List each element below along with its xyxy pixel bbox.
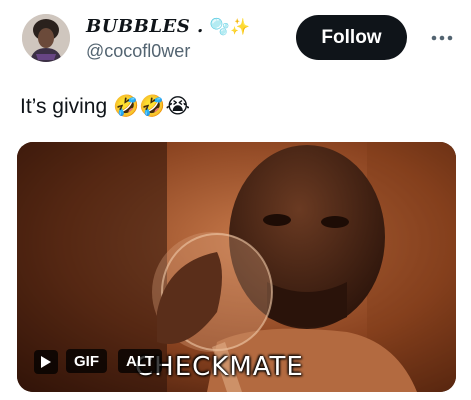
tweet-header: BUBBLES . 🫧✨ @cocofl0wer Follow <box>0 0 471 80</box>
gif-media[interactable]: GIF CHECKMATE ALT <box>17 142 456 392</box>
follow-button[interactable]: Follow <box>296 15 407 60</box>
more-horizontal-icon <box>431 35 453 41</box>
more-options-button[interactable] <box>428 26 456 50</box>
alt-text-button[interactable]: ALT <box>118 349 163 373</box>
name-emojis: 🫧✨ <box>209 17 251 36</box>
gif-badge: GIF <box>66 349 107 373</box>
play-icon <box>41 356 51 368</box>
user-handle[interactable]: @cocofl0wer <box>86 41 251 62</box>
tweet-emojis: 🤣🤣😭 <box>113 95 191 118</box>
display-name[interactable]: BUBBLES . <box>86 16 204 37</box>
play-button[interactable] <box>34 350 58 374</box>
avatar-photo <box>22 14 70 62</box>
tweet-text: It’s giving 🤣🤣😭 <box>20 94 190 119</box>
tweet-text-body: It’s giving <box>20 94 108 118</box>
avatar[interactable] <box>22 14 70 62</box>
